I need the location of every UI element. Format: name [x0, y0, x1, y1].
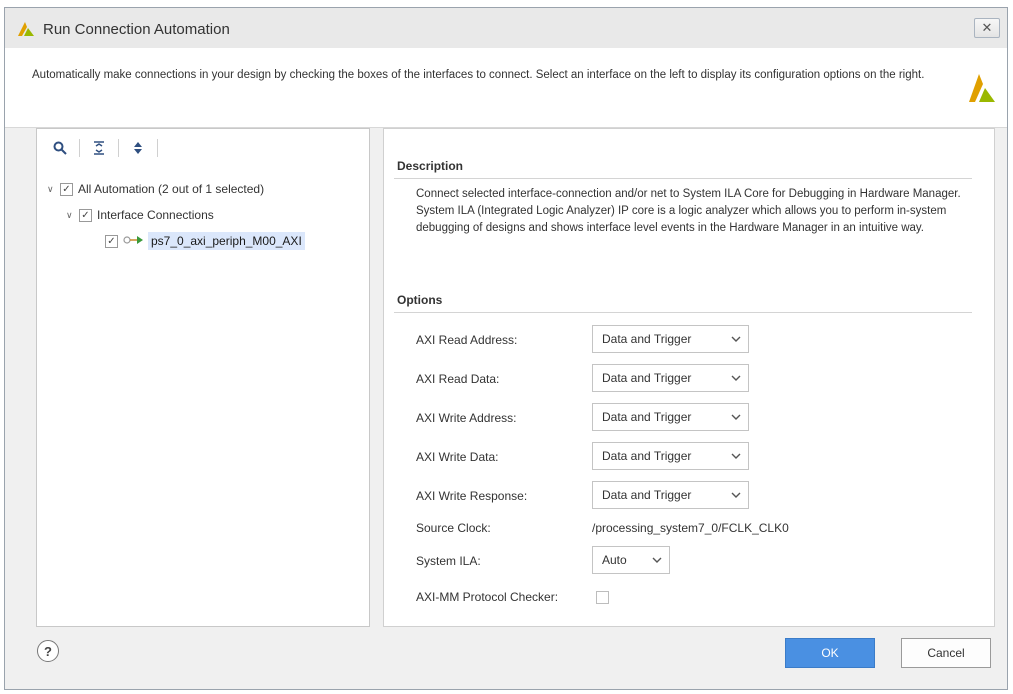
tree-row-interface-item[interactable]: ✓ ps7_0_axi_periph_M00_AXI	[105, 231, 305, 251]
select-value: Data and Trigger	[602, 410, 692, 424]
section-divider	[394, 178, 972, 179]
cancel-button[interactable]: Cancel	[901, 638, 991, 668]
source-clock-label: Source Clock:	[416, 521, 491, 535]
configuration-panel: Description Connect selected interface-c…	[383, 128, 995, 627]
tree-label-selected: ps7_0_axi_periph_M00_AXI	[148, 232, 305, 250]
tree-row-interface-connections[interactable]: ∨ ✓ Interface Connections	[66, 205, 214, 225]
options-heading: Options	[397, 293, 443, 307]
description-heading: Description	[397, 159, 464, 173]
tree-label: All Automation (2 out of 1 selected)	[78, 182, 265, 196]
toolbar-divider	[118, 139, 119, 157]
interface-connector-icon	[123, 234, 145, 248]
interface-item-checkbox[interactable]: ✓	[105, 234, 118, 248]
search-button[interactable]	[49, 137, 71, 159]
axi-read-address-select[interactable]: Data and Trigger	[592, 325, 749, 353]
axi-read-address-label: AXI Read Address:	[416, 333, 518, 347]
chevron-down-icon[interactable]: ∨	[47, 184, 57, 195]
axi-read-data-label: AXI Read Data:	[416, 372, 500, 386]
chevron-down-icon	[731, 489, 741, 503]
protocol-checker-checkbox[interactable]	[596, 591, 609, 604]
chevron-down-icon	[731, 372, 741, 386]
axi-read-data-select[interactable]: Data and Trigger	[592, 364, 749, 392]
system-ila-label: System ILA:	[416, 554, 481, 568]
toolbar-divider	[157, 139, 158, 157]
select-value: Data and Trigger	[602, 449, 692, 463]
chevron-down-icon	[652, 554, 662, 568]
select-value: Data and Trigger	[602, 488, 692, 502]
chevron-down-icon[interactable]: ∨	[66, 210, 76, 221]
chevron-down-icon	[731, 333, 741, 347]
interface-connections-checkbox[interactable]: ✓	[79, 208, 92, 222]
chevron-down-icon	[731, 450, 741, 464]
select-value: Data and Trigger	[602, 371, 692, 385]
automation-tree-panel: ∨ ✓ All Automation (2 out of 1 selected)…	[36, 128, 370, 627]
chevron-down-icon	[731, 411, 741, 425]
collapse-all-button[interactable]	[88, 137, 110, 159]
tree-label: Interface Connections	[97, 208, 214, 222]
axi-write-address-select[interactable]: Data and Trigger	[592, 403, 749, 431]
xilinx-logo-icon	[967, 72, 995, 105]
vivado-logo-icon	[18, 22, 34, 39]
section-divider	[394, 312, 972, 313]
header-banner: Automatically make connections in your d…	[5, 48, 1007, 128]
help-button[interactable]: ?	[37, 640, 59, 662]
expand-all-button[interactable]	[127, 137, 149, 159]
tree-row-all-automation[interactable]: ∨ ✓ All Automation (2 out of 1 selected)	[47, 179, 264, 199]
help-icon: ?	[44, 643, 52, 659]
title-bar: Run Connection Automation ✕	[5, 8, 1007, 48]
expand-all-icon	[134, 142, 142, 154]
axi-write-data-select[interactable]: Data and Trigger	[592, 442, 749, 470]
collapse-all-icon	[94, 141, 104, 155]
search-icon	[53, 141, 67, 155]
ok-button[interactable]: OK	[785, 638, 875, 668]
source-clock-value: /processing_system7_0/FCLK_CLK0	[592, 521, 789, 535]
select-value: Auto	[602, 553, 627, 567]
close-icon: ✕	[981, 20, 993, 35]
dialog-title: Run Connection Automation	[43, 21, 230, 38]
axi-write-data-label: AXI Write Data:	[416, 450, 499, 464]
tree-toolbar	[37, 129, 369, 167]
axi-write-address-label: AXI Write Address:	[416, 411, 517, 425]
system-ila-select[interactable]: Auto	[592, 546, 670, 574]
axi-write-response-select[interactable]: Data and Trigger	[592, 481, 749, 509]
description-text: Connect selected interface-connection an…	[416, 188, 961, 234]
toolbar-divider	[79, 139, 80, 157]
header-description: Automatically make connections in your d…	[32, 69, 925, 81]
all-automation-checkbox[interactable]: ✓	[60, 182, 73, 196]
axi-write-response-label: AXI Write Response:	[416, 489, 528, 503]
close-button[interactable]: ✕	[974, 18, 1000, 38]
select-value: Data and Trigger	[602, 332, 692, 346]
protocol-checker-label: AXI-MM Protocol Checker:	[416, 590, 559, 604]
